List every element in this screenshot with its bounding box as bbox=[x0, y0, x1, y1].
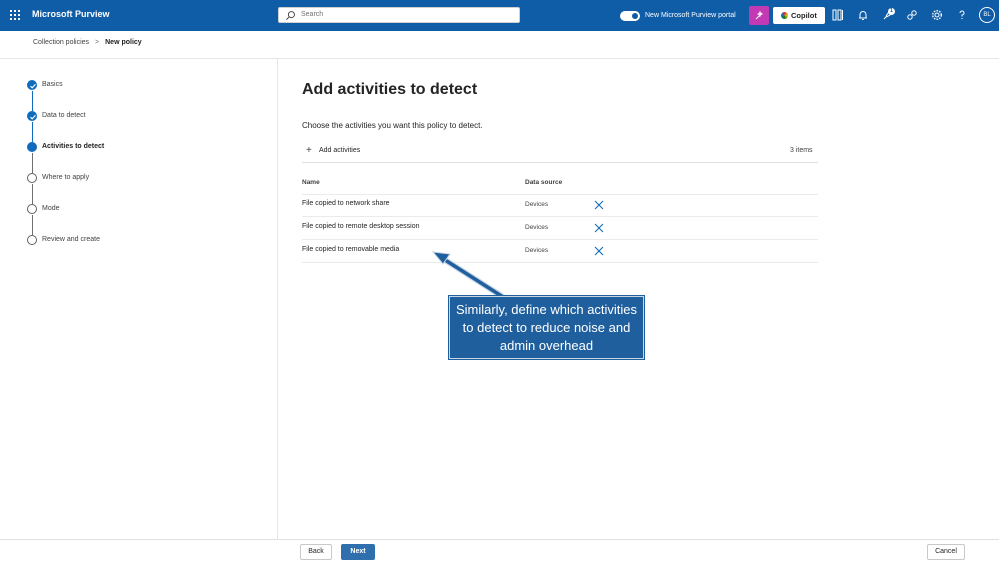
next-button[interactable]: Next bbox=[341, 544, 375, 560]
annotation-callout: Similarly, define which activities to de… bbox=[449, 296, 644, 359]
page-root: Microsoft Purview Search New Microsoft P… bbox=[0, 0, 999, 563]
cancel-button[interactable]: Cancel bbox=[927, 544, 965, 560]
back-button[interactable]: Back bbox=[300, 544, 332, 560]
footer-divider bbox=[0, 539, 999, 540]
callout-arrow bbox=[431, 251, 505, 300]
